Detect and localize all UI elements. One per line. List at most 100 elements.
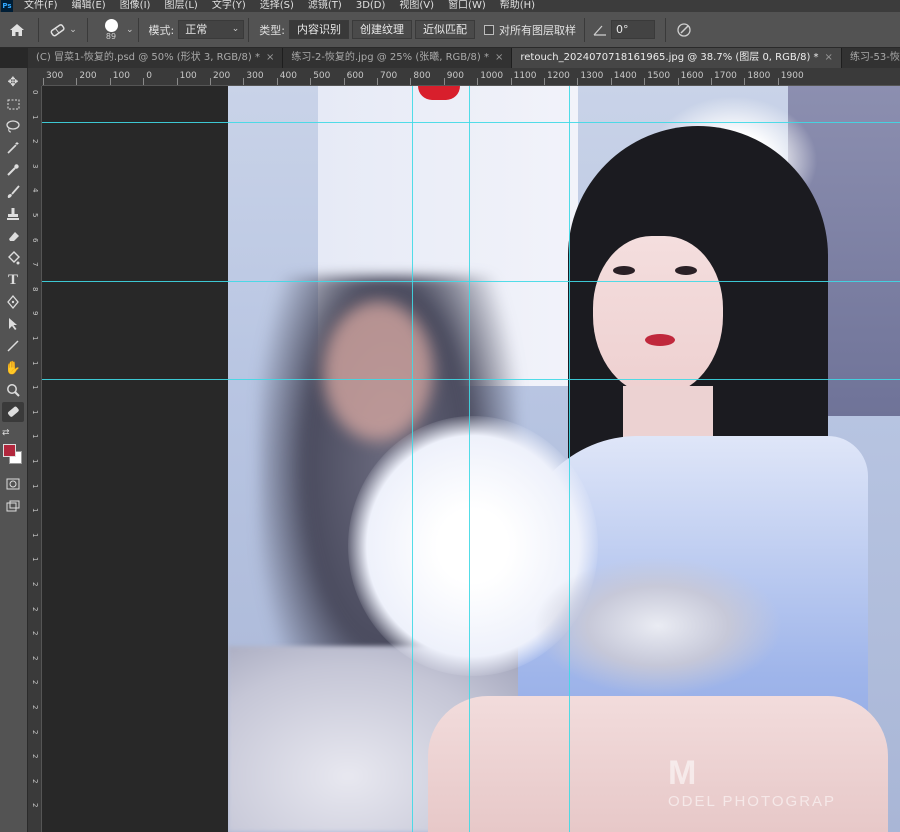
type-tool[interactable]: T bbox=[2, 270, 24, 290]
vertical-guide[interactable] bbox=[412, 86, 413, 832]
brush-icon bbox=[7, 185, 20, 198]
document-canvas[interactable]: M ODEL PHOTOGRAP bbox=[228, 86, 900, 832]
home-button[interactable] bbox=[0, 12, 34, 48]
ruler-tick bbox=[310, 78, 312, 85]
document-tabs: (C) 冒菜1-恢复的.psd @ 50% (形状 3, RGB/8) * × 练… bbox=[28, 48, 900, 68]
eyedropper-tool[interactable] bbox=[2, 160, 24, 180]
ruler-tick-label: 100 bbox=[112, 71, 130, 81]
horizontal-guide[interactable] bbox=[42, 379, 900, 380]
ruler-tick-label: 1 bbox=[31, 532, 39, 538]
horizontal-guide[interactable] bbox=[42, 122, 900, 123]
eyedropper-icon bbox=[7, 164, 19, 176]
close-icon[interactable]: × bbox=[495, 52, 503, 63]
sample-all-layers-checkbox[interactable] bbox=[483, 24, 494, 35]
tab-document-1[interactable]: (C) 冒菜1-恢复的.psd @ 50% (形状 3, RGB/8) * × bbox=[28, 48, 284, 68]
chevron-down-icon: ⌄ bbox=[69, 24, 77, 35]
screen-mode-button[interactable] bbox=[2, 496, 24, 516]
vertical-guide[interactable] bbox=[469, 86, 470, 832]
tab-document-2[interactable]: 练习-2-恢复的.jpg @ 25% (张曦, RGB/8) * × bbox=[283, 48, 513, 68]
patch-tool[interactable] bbox=[2, 402, 24, 422]
ruler-tick-label: 2 bbox=[31, 606, 39, 612]
ruler-tick-label: 1 bbox=[31, 483, 39, 489]
swap-colors-icon[interactable]: ⇄ bbox=[2, 428, 10, 438]
bucket-tool[interactable] bbox=[2, 248, 24, 268]
menu-select[interactable]: 选择(S) bbox=[260, 0, 294, 12]
type-content-aware-button[interactable]: 内容识别 bbox=[288, 20, 349, 39]
ruler-tick bbox=[443, 78, 445, 85]
menu-layer[interactable]: 图层(L) bbox=[164, 0, 197, 12]
ruler-tick-label: 3 bbox=[31, 163, 39, 169]
ruler-corner bbox=[28, 68, 42, 86]
ruler-tick bbox=[377, 78, 378, 85]
pen-tool[interactable] bbox=[2, 292, 24, 312]
tab-document-4[interactable]: 练习-53-恢复的.jpg @ 25 bbox=[841, 48, 900, 68]
zoom-tool[interactable] bbox=[2, 380, 24, 400]
foreground-color-swatch[interactable] bbox=[3, 444, 16, 457]
menu-filter[interactable]: 滤镜(T) bbox=[308, 0, 342, 12]
eraser-icon bbox=[9, 232, 19, 241]
path-select-tool[interactable] bbox=[2, 314, 24, 334]
ruler-tick-label: 500 bbox=[313, 71, 331, 81]
lasso-tool[interactable] bbox=[2, 116, 24, 136]
stamp-tool[interactable] bbox=[2, 204, 24, 224]
tool-preset-picker[interactable]: ⌄ bbox=[43, 22, 83, 38]
zoom-icon bbox=[7, 384, 20, 397]
photoshop-logo-icon: Ps bbox=[1, 0, 13, 12]
brush-size-picker[interactable]: 89 bbox=[98, 18, 124, 41]
ruler-tick bbox=[777, 78, 779, 85]
mode-select[interactable]: 正常 ⌄ bbox=[178, 20, 245, 39]
vertical-ruler[interactable]: 0 1 2 3 4 5 6 7 8 9 1 1 1 1 1 1 1 1 1 1 2 2 2 2 2 2 2 2 2 2 bbox=[28, 86, 42, 832]
ruler-tick-label: 1 bbox=[31, 360, 39, 366]
model-face bbox=[593, 236, 723, 396]
menu-help[interactable]: 帮助(H) bbox=[500, 0, 535, 12]
ruler-tick-label: 1 bbox=[31, 434, 39, 439]
brush-tip-icon bbox=[104, 18, 118, 32]
ruler-tick-label: 900 bbox=[446, 71, 464, 81]
separator bbox=[664, 17, 666, 42]
menu-file[interactable]: 文件(F) bbox=[24, 0, 58, 12]
ruler-tick-label: 1 bbox=[31, 508, 39, 513]
close-icon[interactable]: × bbox=[825, 52, 833, 63]
horizontal-guide[interactable] bbox=[42, 281, 900, 282]
menu-image[interactable]: 图像(I) bbox=[120, 0, 151, 12]
home-icon bbox=[10, 23, 24, 36]
vertical-guide[interactable] bbox=[569, 86, 570, 832]
marquee-tool[interactable] bbox=[2, 94, 24, 114]
menu-window[interactable]: 窗口(W) bbox=[448, 0, 486, 12]
move-icon: ✥ bbox=[7, 74, 19, 90]
move-tool[interactable]: ✥ bbox=[2, 72, 24, 92]
type-proximity-match-button[interactable]: 近似匹配 bbox=[414, 20, 475, 39]
line-icon bbox=[7, 340, 19, 352]
ruler-tick-label: 100 bbox=[179, 71, 197, 81]
ruler-tick-label: 2 bbox=[31, 655, 39, 661]
ruler-tick-label: 1400 bbox=[613, 71, 637, 81]
type-create-texture-button[interactable]: 创建纹理 bbox=[351, 20, 412, 39]
pressure-size-icon[interactable] bbox=[676, 22, 692, 38]
menu-3d[interactable]: 3D(D) bbox=[356, 0, 386, 12]
dress-embroidery bbox=[533, 556, 783, 696]
chevron-down-icon[interactable]: ⌄ bbox=[126, 25, 134, 35]
ruler-tick bbox=[544, 78, 545, 85]
line-tool[interactable] bbox=[2, 336, 24, 356]
pasteboard[interactable]: M ODEL PHOTOGRAP bbox=[42, 86, 900, 832]
ruler-tick-label: 600 bbox=[346, 71, 364, 81]
horizontal-ruler[interactable]: 300 200 100 0 100 200 300 400 500 600 700 800 900 100… bbox=[42, 68, 900, 86]
hand-tool[interactable]: ✋ bbox=[2, 358, 24, 378]
quick-mask-button[interactable] bbox=[2, 474, 24, 494]
ruler-tick-label: 1600 bbox=[680, 71, 704, 81]
ruler-tick bbox=[343, 78, 345, 85]
tab-document-3[interactable]: retouch_2024070718161965.jpg @ 38.7% (图层… bbox=[512, 48, 842, 68]
tab-label: 练习-53-恢复的.jpg @ 25 bbox=[849, 52, 900, 63]
close-icon[interactable]: × bbox=[266, 52, 274, 63]
eraser-tool[interactable] bbox=[2, 226, 24, 246]
menu-view[interactable]: 视图(V) bbox=[399, 0, 434, 12]
menu-bar: Ps 文件(F) 编辑(E) 图像(I) 图层(L) 文字(Y) 选择(S) 滤… bbox=[0, 0, 900, 12]
brush-tool[interactable] bbox=[2, 182, 24, 202]
magic-wand-tool[interactable] bbox=[2, 138, 24, 158]
ruler-tick-label: 0 bbox=[31, 90, 39, 95]
angle-input[interactable]: 0° bbox=[610, 20, 655, 39]
separator bbox=[248, 17, 250, 42]
menu-edit[interactable]: 编辑(E) bbox=[72, 0, 106, 12]
menu-type[interactable]: 文字(Y) bbox=[212, 0, 246, 12]
pen-icon bbox=[7, 295, 19, 309]
